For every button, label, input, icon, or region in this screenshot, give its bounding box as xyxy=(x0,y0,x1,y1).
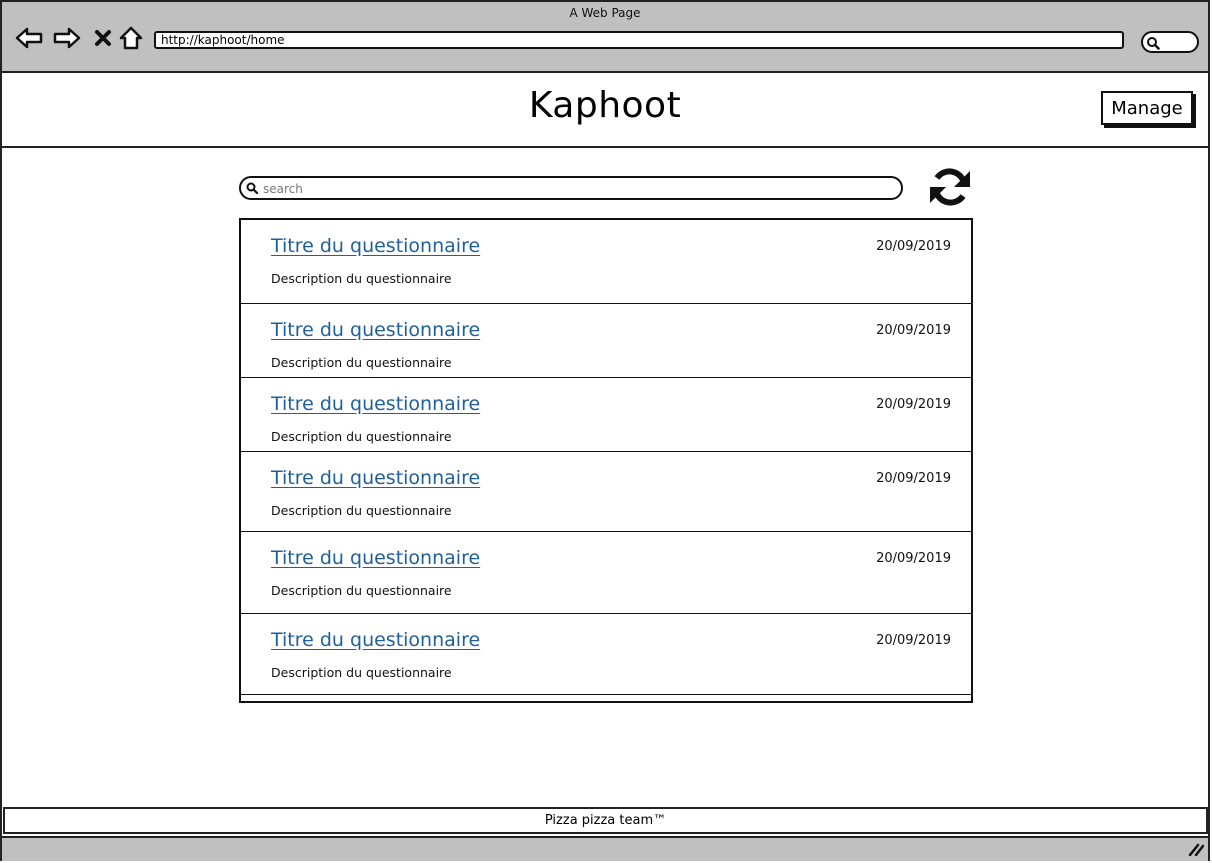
questionnaire-description: Description du questionnaire xyxy=(271,429,452,444)
search-icon xyxy=(246,182,258,194)
home-icon[interactable] xyxy=(117,24,145,52)
browser-chrome: A Web Page http://kaphoot/home xyxy=(2,2,1208,73)
questionnaire-date: 20/09/2019 xyxy=(876,551,951,566)
questionnaire-title-link[interactable]: Titre du questionnaire xyxy=(271,629,480,651)
app-title: Kaphoot xyxy=(528,85,682,126)
questionnaire-title-link[interactable]: Titre du questionnaire xyxy=(271,547,480,569)
questionnaire-list: Titre du questionnaire 20/09/2019 Descri… xyxy=(239,218,973,703)
list-item[interactable]: Titre du questionnaire 20/09/2019 Descri… xyxy=(241,532,971,614)
questionnaire-description: Description du questionnaire xyxy=(271,271,452,286)
close-x-icon[interactable] xyxy=(89,24,117,52)
forward-arrow-icon[interactable] xyxy=(53,24,81,52)
search-icon xyxy=(1147,37,1160,50)
back-arrow-icon[interactable] xyxy=(15,24,43,52)
questionnaire-title-link[interactable]: Titre du questionnaire xyxy=(271,319,480,341)
app-header: Kaphoot Manage xyxy=(2,73,1208,148)
status-bar xyxy=(2,836,1208,861)
questionnaire-title-link[interactable]: Titre du questionnaire xyxy=(271,393,480,415)
list-item[interactable]: Titre du questionnaire 20/09/2019 Descri… xyxy=(241,378,971,452)
questionnaire-title-link[interactable]: Titre du questionnaire xyxy=(271,235,480,257)
search-field[interactable] xyxy=(239,176,903,200)
questionnaire-description: Description du questionnaire xyxy=(271,665,452,680)
address-bar[interactable]: http://kaphoot/home xyxy=(154,31,1124,49)
questionnaire-description: Description du questionnaire xyxy=(271,355,452,370)
window-title: A Web Page xyxy=(569,6,641,20)
questionnaire-title-link[interactable]: Titre du questionnaire xyxy=(271,467,480,489)
questionnaire-description: Description du questionnaire xyxy=(271,503,452,518)
refresh-icon xyxy=(930,168,970,206)
resize-grip-icon[interactable] xyxy=(1188,842,1204,856)
list-item[interactable]: Titre du questionnaire 20/09/2019 Descri… xyxy=(241,452,971,532)
questionnaire-date: 20/09/2019 xyxy=(876,397,951,412)
manage-button[interactable]: Manage xyxy=(1101,91,1193,125)
search-input[interactable] xyxy=(261,179,885,199)
footer: Pizza pizza team™ xyxy=(3,807,1208,834)
questionnaire-date: 20/09/2019 xyxy=(876,323,951,338)
list-item[interactable]: Titre du questionnaire 20/09/2019 Descri… xyxy=(241,220,971,304)
questionnaire-date: 20/09/2019 xyxy=(876,239,951,254)
questionnaire-description: Description du questionnaire xyxy=(271,583,452,598)
refresh-button[interactable] xyxy=(926,163,974,211)
list-item[interactable]: Titre du questionnaire 20/09/2019 Descri… xyxy=(241,614,971,695)
questionnaire-date: 20/09/2019 xyxy=(876,633,951,648)
browser-search-field[interactable] xyxy=(1141,31,1199,53)
questionnaire-date: 20/09/2019 xyxy=(876,471,951,486)
list-item[interactable]: Titre du questionnaire 20/09/2019 Descri… xyxy=(241,304,971,378)
